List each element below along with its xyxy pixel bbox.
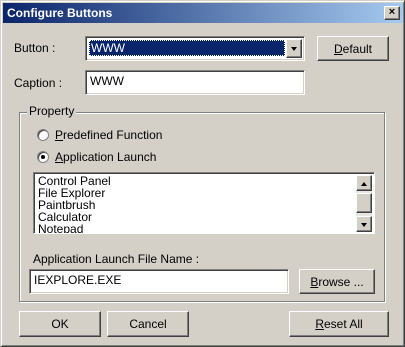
vertical-scrollbar[interactable] xyxy=(356,175,372,232)
button-select[interactable]: WWW xyxy=(85,36,305,61)
chevron-down-icon xyxy=(291,47,297,51)
application-launch-label: Application Launch xyxy=(55,150,157,164)
reset-all-button-label: Reset All xyxy=(315,317,363,331)
window-title: Configure Buttons xyxy=(7,6,113,20)
radio-button[interactable] xyxy=(37,129,49,141)
scroll-up-button[interactable] xyxy=(356,175,372,191)
button-label: Button : xyxy=(14,41,56,55)
ok-button-label: OK xyxy=(51,317,69,331)
predefined-function-radio[interactable]: Predefined Function xyxy=(37,128,162,142)
predefined-function-label: Predefined Function xyxy=(55,128,163,142)
ok-button[interactable]: OK xyxy=(19,311,101,337)
default-button-label: Default xyxy=(333,41,373,56)
file-name-value: IEXPLORE.EXE xyxy=(34,273,122,287)
file-name-label: Application Launch File Name : xyxy=(33,252,200,266)
application-launch-radio[interactable]: Application Launch xyxy=(37,150,156,164)
application-listbox[interactable]: Control Panel File Explorer Paintbrush C… xyxy=(33,172,375,234)
file-name-input[interactable]: IEXPLORE.EXE xyxy=(29,269,289,294)
button-select-value: WWW xyxy=(89,40,285,56)
caption-label: Caption : xyxy=(14,76,63,90)
button-select-arrow[interactable] xyxy=(286,39,302,58)
radio-button-checked[interactable] xyxy=(37,151,49,163)
browse-button-label: Browse ... xyxy=(310,274,364,289)
scroll-down-button[interactable] xyxy=(356,216,372,232)
scroll-thumb[interactable] xyxy=(356,193,372,213)
reset-all-button[interactable]: Reset All xyxy=(289,311,389,337)
browse-button[interactable]: Browse ... xyxy=(299,269,375,294)
arrow-up-icon xyxy=(361,182,367,186)
default-button[interactable]: Default xyxy=(317,36,389,61)
caption-input[interactable]: WWW xyxy=(85,70,305,95)
caption-input-value: WWW xyxy=(90,74,124,88)
cancel-button-label: Cancel xyxy=(129,317,167,331)
configure-buttons-dialog: Configure Buttons × Button : WWW Default… xyxy=(0,0,405,347)
property-legend: Property xyxy=(27,104,77,118)
close-icon: × xyxy=(388,6,396,18)
list-item[interactable]: Notepad xyxy=(38,223,111,233)
arrow-down-icon xyxy=(361,223,367,227)
cancel-button[interactable]: Cancel xyxy=(107,311,189,337)
application-list: Control Panel File Explorer Paintbrush C… xyxy=(38,175,111,233)
title-bar[interactable]: Configure Buttons × xyxy=(3,3,403,23)
close-button[interactable]: × xyxy=(384,6,400,20)
